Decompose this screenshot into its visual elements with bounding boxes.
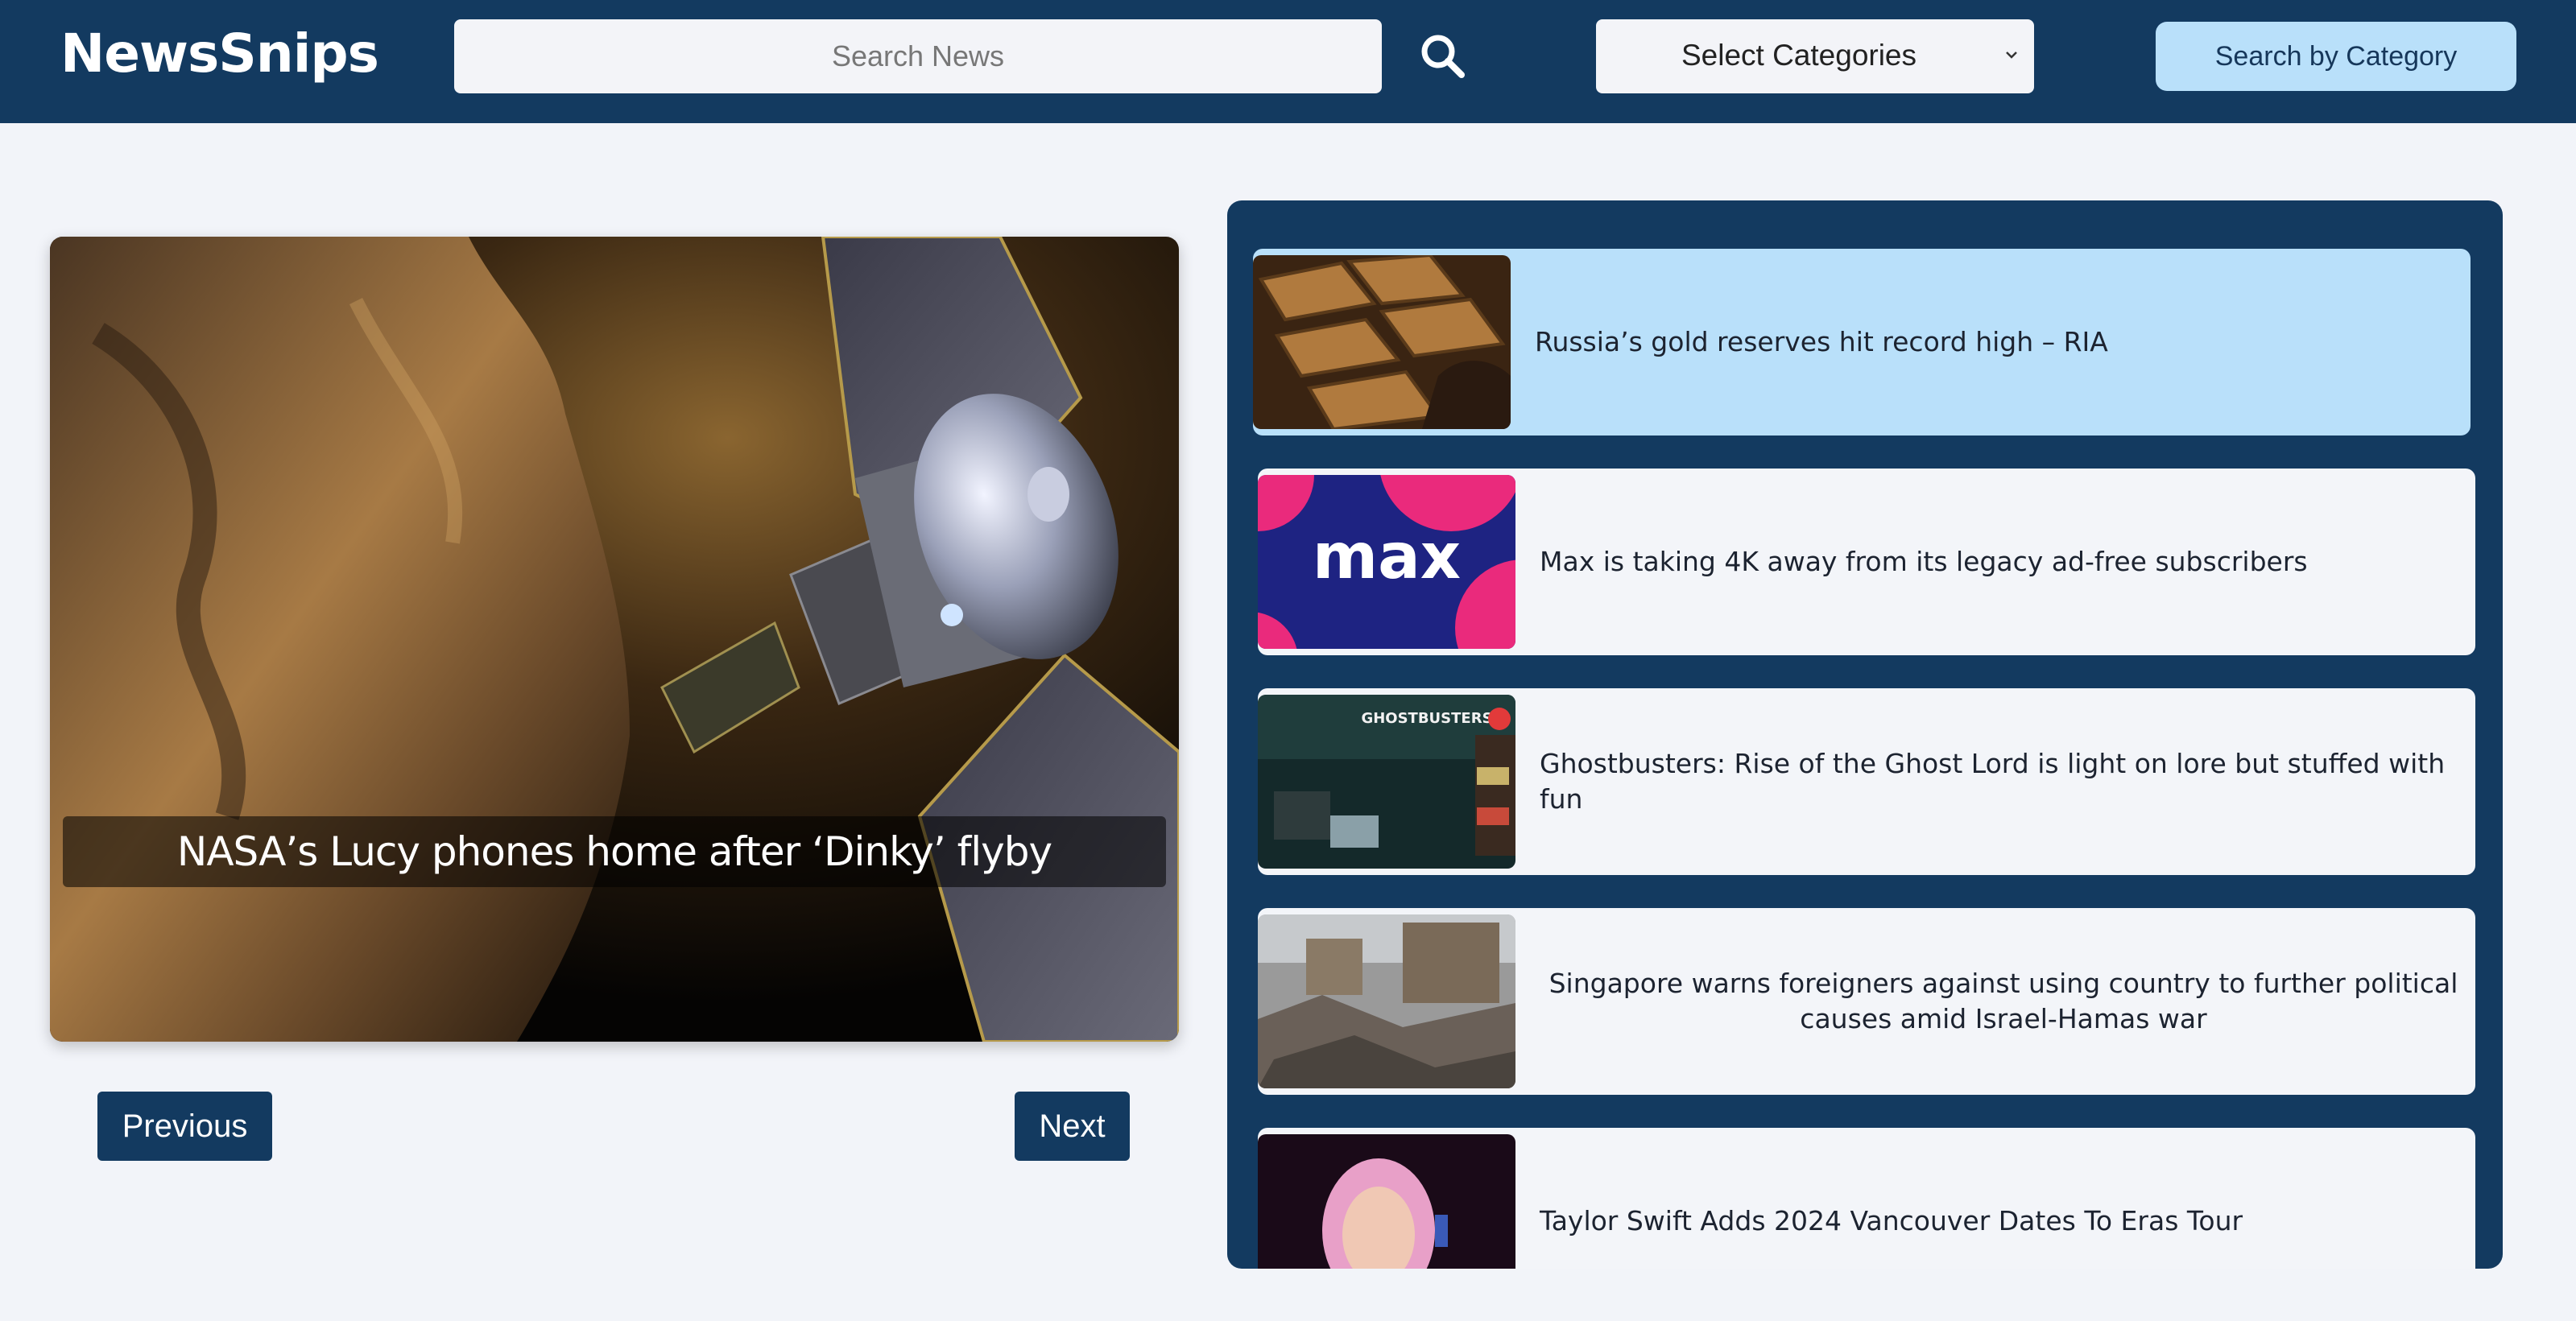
article-thumbnail xyxy=(1258,914,1515,1088)
article-title: Taylor Swift Adds 2024 Vancouver Dates T… xyxy=(1540,1205,2243,1236)
svg-text:GHOSTBUSTERS: GHOSTBUSTERS xyxy=(1361,710,1492,727)
article-card[interactable]: max Max is taking 4K away from its legac… xyxy=(1258,469,2475,655)
category-select-value: Select Categories xyxy=(1681,39,1917,72)
category-select[interactable]: Select Categories xyxy=(1596,19,2034,93)
previous-button[interactable]: Previous xyxy=(97,1092,272,1161)
article-title: Russia’s gold reserves hit record high –… xyxy=(1535,326,2108,357)
featured-title: NASA’s Lucy phones home after ‘Dinky’ fl… xyxy=(176,828,1052,875)
next-button[interactable]: Next xyxy=(1015,1092,1130,1161)
brand-logo[interactable]: NewsSnips xyxy=(60,23,379,85)
search-input[interactable] xyxy=(454,19,1382,93)
article-title: Max is taking 4K away from its legacy ad… xyxy=(1540,546,2308,577)
navbar: NewsSnips Select Categories Search by Ca… xyxy=(0,0,2576,123)
svg-text:max: max xyxy=(1313,521,1461,593)
article-card[interactable]: Singapore warns foreigners against using… xyxy=(1258,908,2475,1095)
article-card[interactable]: Taylor Swift Adds 2024 Vancouver Dates T… xyxy=(1258,1128,2475,1269)
search-icon xyxy=(1421,35,1465,78)
article-title: Singapore warns foreigners against using… xyxy=(1548,968,2458,1034)
article-card[interactable]: GHOSTBUSTERS Ghostbusters: Rise of the G… xyxy=(1258,688,2475,875)
featured-caption: NASA’s Lucy phones home after ‘Dinky’ fl… xyxy=(63,816,1166,887)
search-button[interactable] xyxy=(1417,31,1469,82)
article-thumbnail xyxy=(1258,1134,1515,1269)
article-list-panel: Russia’s gold reserves hit record high –… xyxy=(1227,200,2503,1269)
featured-article[interactable]: NASA’s Lucy phones home after ‘Dinky’ fl… xyxy=(50,237,1179,1042)
featured-image xyxy=(50,237,1179,1042)
chevron-down-icon xyxy=(2006,52,2017,59)
search-by-category-button[interactable]: Search by Category xyxy=(2156,22,2516,91)
article-card[interactable]: Russia’s gold reserves hit record high –… xyxy=(1253,249,2471,436)
article-title: Ghostbusters: Rise of the Ghost Lord is … xyxy=(1540,748,2446,815)
article-thumbnail: GHOSTBUSTERS xyxy=(1258,695,1515,869)
article-thumbnail xyxy=(1253,255,1511,429)
article-thumbnail: max xyxy=(1258,475,1515,649)
